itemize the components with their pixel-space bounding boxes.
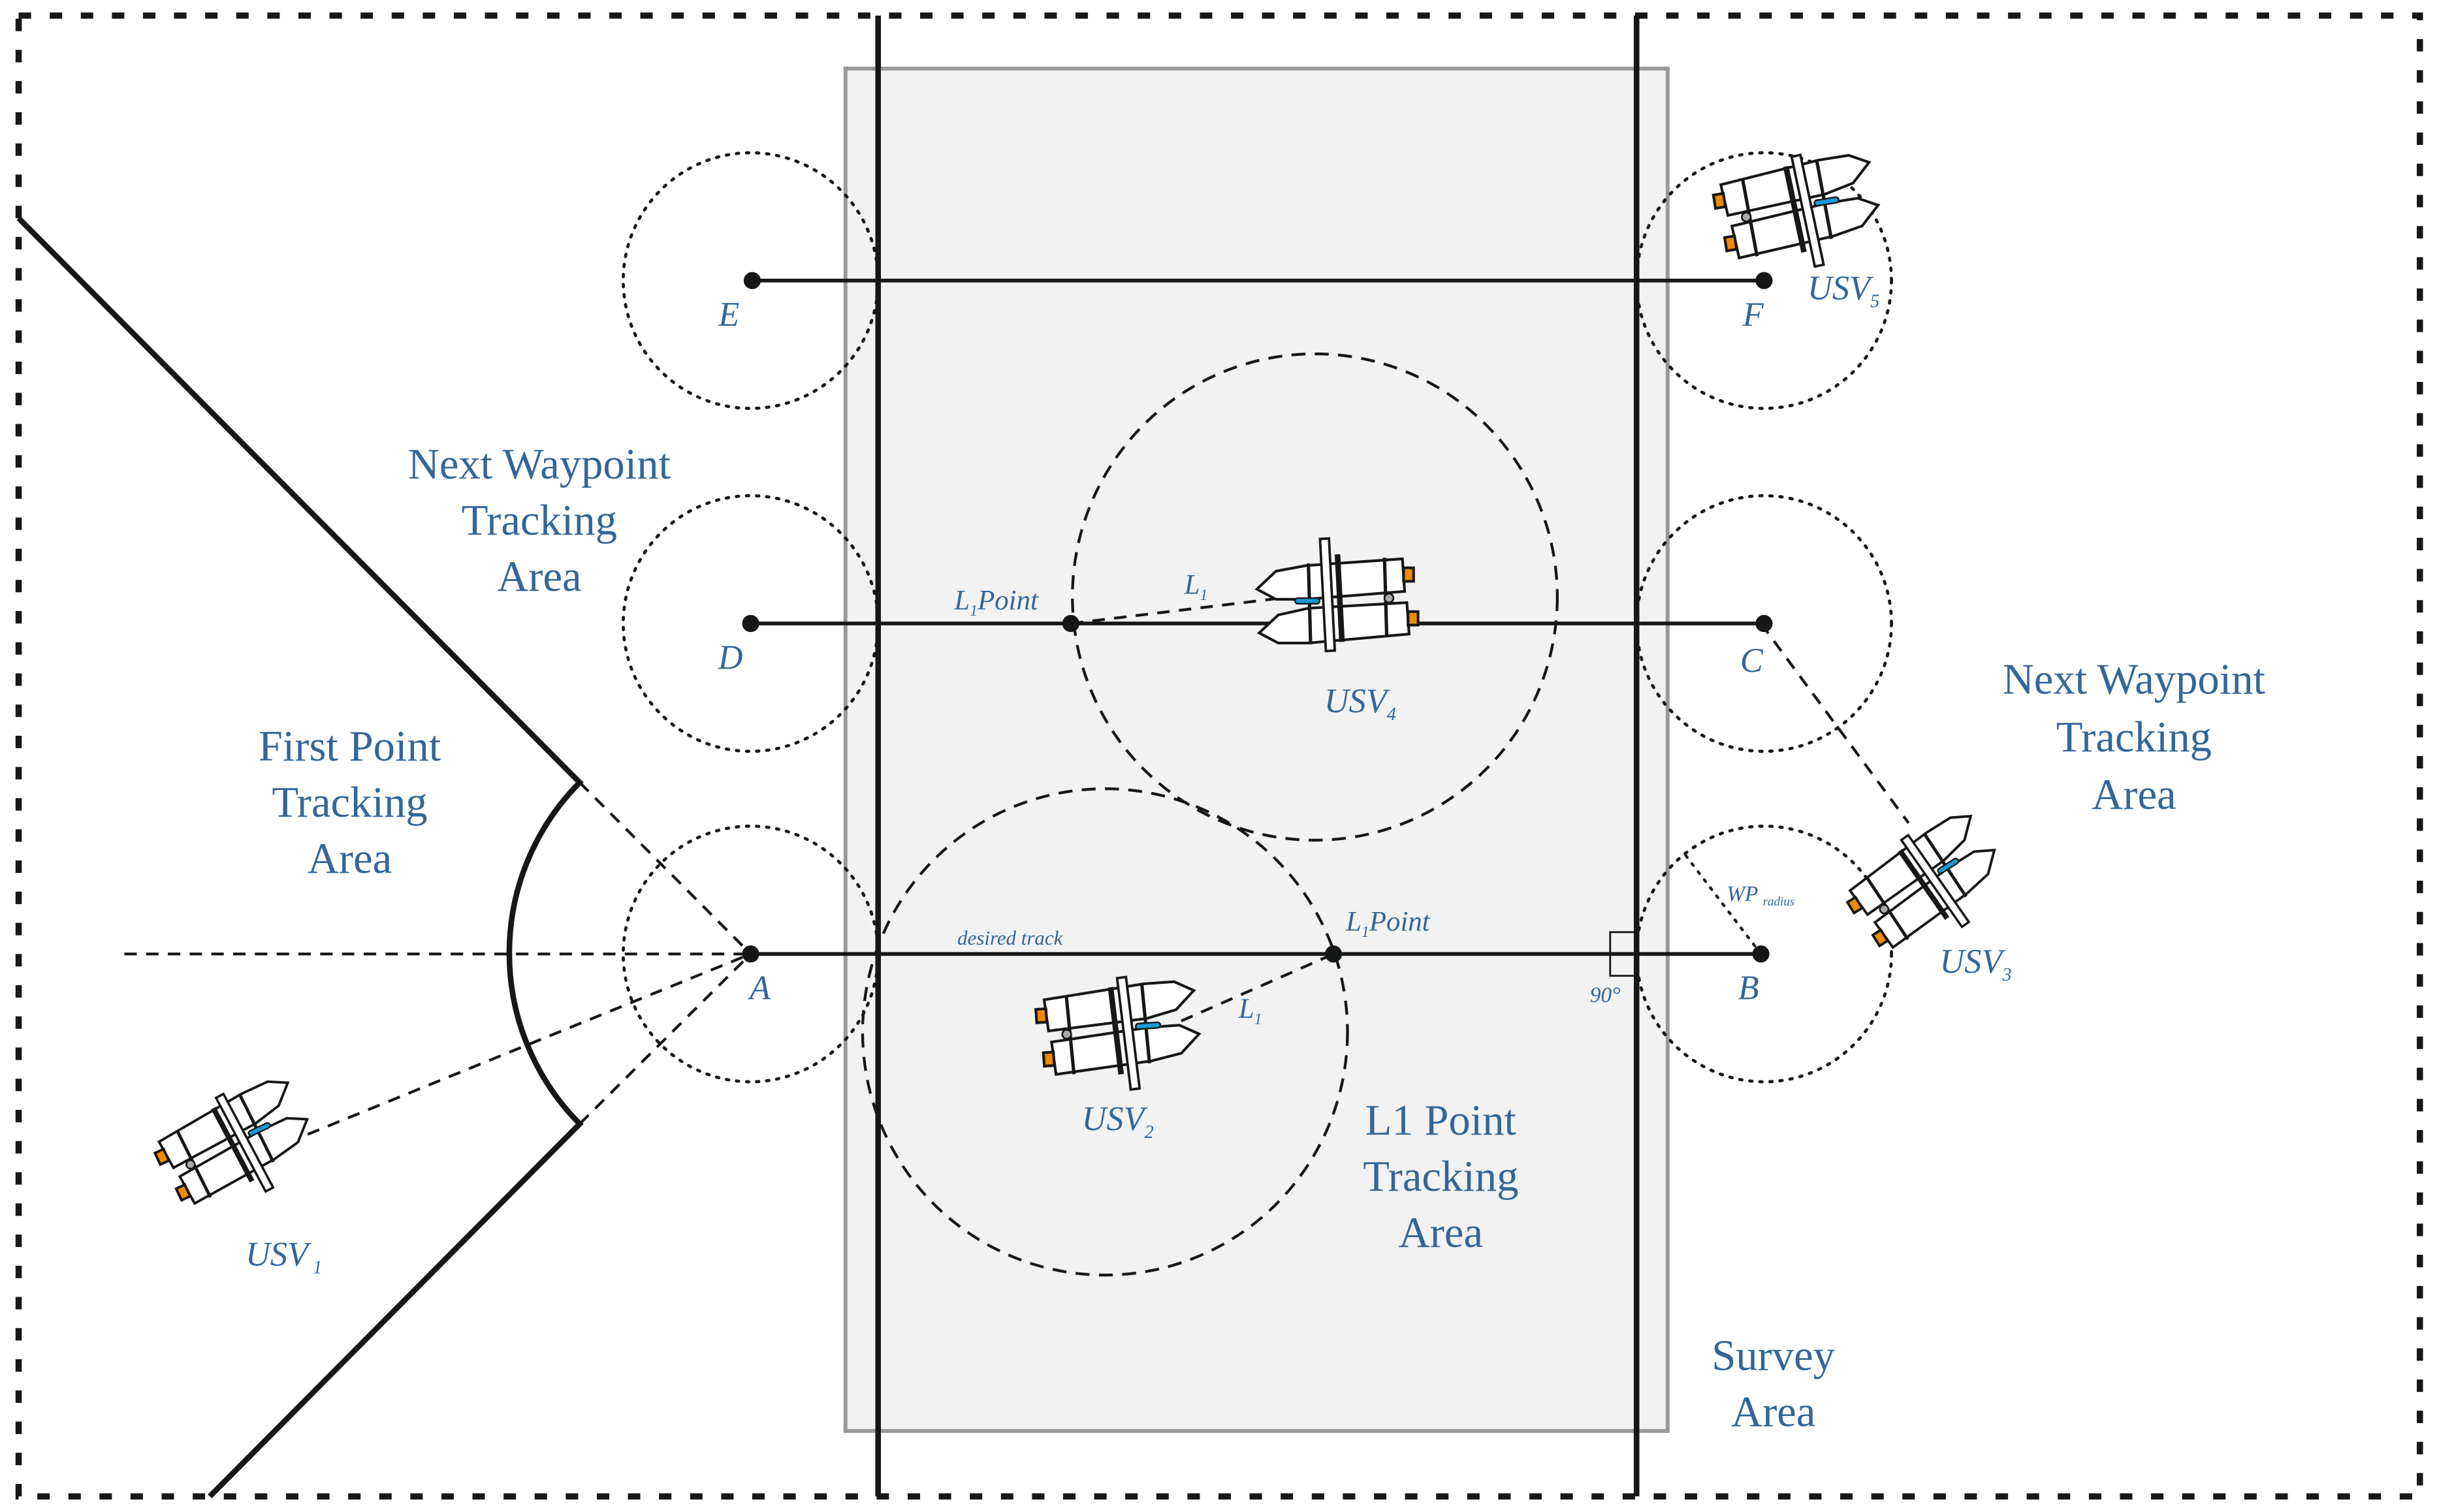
label-next-waypoint-right: Next Waypoint Tracking Area — [2003, 655, 2266, 819]
label-first-point-area: First Point Tracking Area — [259, 723, 441, 883]
usv-path-tracking-diagram: First Point Tracking Area Next Waypoint … — [15, 12, 2423, 1500]
next-wp-left-line3: Area — [497, 553, 581, 601]
waypoint-dot-a[interactable] — [742, 945, 759, 963]
next-wp-right-line3: Area — [2092, 771, 2176, 819]
next-wp-left-line2: Tracking — [462, 497, 617, 544]
waypoint-dot-b[interactable] — [1752, 945, 1770, 963]
waypoint-label-b: B — [1738, 969, 1759, 1007]
survey-area-rect — [843, 67, 1670, 1433]
wp-radius-label: WP radius — [1727, 882, 1794, 909]
first-point-line1: First Point — [259, 723, 441, 770]
next-wp-left-line1: Next Waypoint — [408, 441, 671, 488]
usv5-label: USV5 — [1808, 269, 1879, 311]
survey-line2: Area — [1731, 1389, 1815, 1436]
waypoint-label-f: F — [1742, 296, 1764, 334]
desired-track-label: desired track — [957, 926, 1063, 949]
sector-line-lower — [579, 953, 752, 1126]
right-angle-label: 90° — [1590, 983, 1621, 1007]
next-wp-right-line1: Next Waypoint — [2003, 655, 2266, 703]
sector-line-upper — [579, 781, 752, 955]
waypoint-label-a: A — [748, 969, 771, 1007]
usv1-heading-line — [287, 953, 752, 1144]
l1-area-line2: Tracking — [1363, 1153, 1518, 1201]
waypoint-dot-f[interactable] — [1755, 272, 1773, 289]
l1-point-label-lower: L1Point — [1345, 906, 1431, 941]
usv1-vessel-icon[interactable] — [144, 1066, 327, 1227]
waypoint-dot-d[interactable] — [742, 614, 759, 633]
usv5-vessel-icon[interactable] — [1710, 144, 1887, 281]
l1-point-dot-lower — [1325, 945, 1343, 963]
l1-point-label-upper: L1Point — [953, 586, 1039, 620]
l1-point-dot-upper — [1062, 614, 1079, 633]
first-point-line2: Tracking — [272, 779, 427, 827]
waypoint-label-e: E — [718, 296, 739, 334]
waypoint-label-d: D — [718, 638, 743, 676]
next-wp-right-line2: Tracking — [2056, 714, 2212, 761]
first-point-boundary — [16, 216, 584, 1499]
usv2-label: USV2 — [1082, 1100, 1154, 1142]
l1-area-line3: Area — [1399, 1209, 1483, 1257]
survey-line1: Survey — [1712, 1332, 1835, 1380]
label-survey-area: Survey Area — [1712, 1332, 1835, 1436]
first-point-line3: Area — [308, 835, 392, 883]
usv4-label: USV4 — [1324, 682, 1396, 725]
usv3-label: USV3 — [1939, 943, 2011, 985]
waypoint-dot-e[interactable] — [743, 272, 761, 289]
waypoint-label-c: C — [1740, 642, 1764, 680]
l1-area-line1: L1 Point — [1365, 1097, 1517, 1144]
usv1-label: USV 1 — [246, 1236, 322, 1278]
waypoint-dot-c[interactable] — [1755, 614, 1773, 633]
